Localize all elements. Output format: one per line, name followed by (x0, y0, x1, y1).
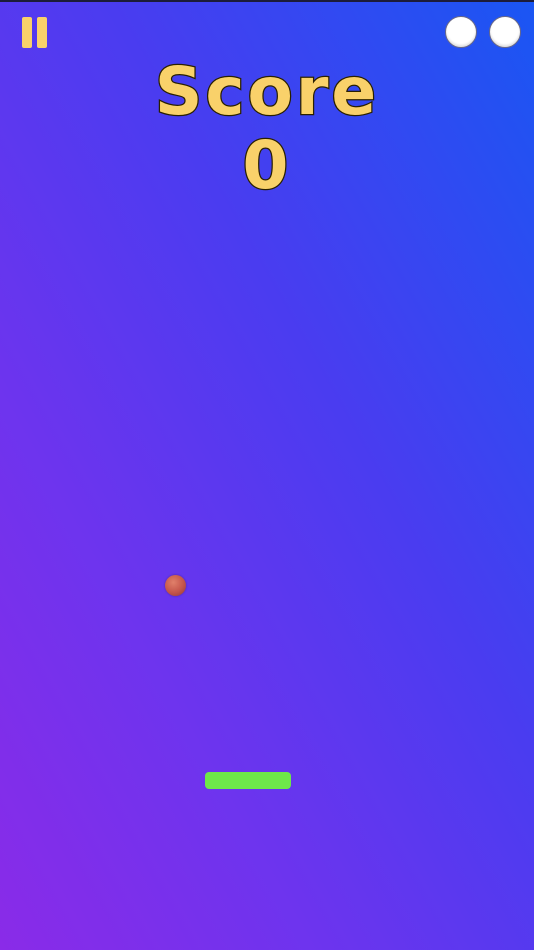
score-value: 0 (241, 126, 292, 206)
game-canvas[interactable]: Score 0 (0, 0, 534, 950)
life-indicator-icon (489, 16, 521, 48)
ball (165, 575, 186, 596)
life-indicator-icon (445, 16, 477, 48)
paddle[interactable] (205, 772, 291, 789)
pause-button[interactable] (22, 17, 50, 49)
pause-icon (22, 17, 32, 48)
score-label: Score (154, 52, 380, 132)
top-border (0, 0, 534, 2)
pause-icon-bar (37, 17, 47, 48)
